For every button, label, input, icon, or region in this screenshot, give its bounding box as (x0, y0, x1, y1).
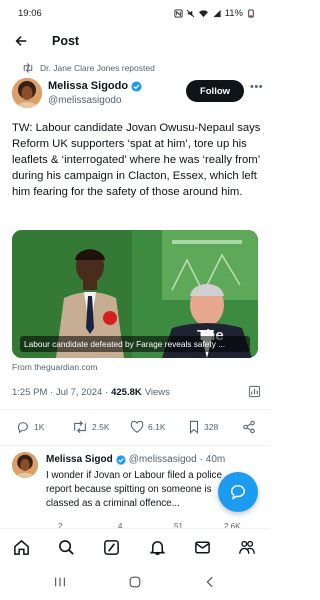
back-button[interactable] (12, 32, 30, 50)
source-link[interactable]: From theguardian.com (12, 362, 98, 372)
battery-percent: 11% (224, 7, 243, 19)
share-icon (243, 420, 255, 434)
repost-count: 2.5K (92, 422, 110, 432)
nav-search[interactable] (57, 538, 75, 556)
page-title: Post (52, 34, 80, 48)
nav-home[interactable] (12, 538, 30, 556)
bookmark-count: 328 (204, 422, 219, 432)
status-icons: 11% (174, 8, 256, 19)
reply-icon (17, 422, 28, 434)
tweet-timestamp: 1:25 PM · Jul 7, 2024 · (12, 386, 109, 398)
system-nav-bar (0, 564, 270, 600)
more-dots-icon[interactable]: ••• (250, 82, 264, 96)
author-handle[interactable]: @melissasigodo (48, 95, 122, 106)
battery-icon (248, 8, 254, 18)
bottom-nav (0, 528, 270, 564)
avatar-image (12, 78, 42, 108)
avatar-image (12, 452, 38, 478)
home-icon (13, 539, 29, 555)
reply-count: 1K (34, 422, 45, 432)
author-name-wrap[interactable]: Melissa Sigodo (48, 80, 142, 92)
arrow-left-icon (15, 36, 27, 46)
bookmark-button[interactable]: 328 (188, 420, 218, 434)
nav-notifications[interactable] (148, 538, 166, 556)
communities-icon (239, 540, 255, 554)
verified-badge-icon (131, 80, 142, 92)
recent-apps-icon (55, 577, 65, 587)
recent-apps-button[interactable] (52, 574, 68, 590)
reply-author-name[interactable]: Melissa Sigod (46, 454, 113, 465)
home-system-button[interactable] (127, 574, 143, 590)
reply-avatar[interactable] (12, 452, 38, 478)
tweet-meta: 1:25 PM · Jul 7, 2024 · 425.8K Views (12, 385, 262, 399)
repost-icon (74, 420, 86, 434)
share-button[interactable] (242, 420, 256, 434)
views-count: 425.8K (111, 386, 142, 398)
top-bar: Post (0, 26, 270, 56)
divider (0, 445, 270, 446)
like-button[interactable]: 6.1K (130, 420, 166, 434)
nfc-icon (174, 8, 183, 18)
bell-icon (149, 540, 165, 555)
heart-icon (130, 420, 144, 433)
grok-icon (103, 539, 119, 555)
tweet-actions: 1K 2.5K 6.1K 328 (12, 420, 262, 436)
like-count: 6.1K (148, 422, 166, 432)
status-time: 19:06 (18, 7, 42, 19)
repost-context[interactable]: Dr. Jane Clare Jones reposted (22, 63, 155, 73)
mute-icon (186, 9, 195, 17)
mail-icon (194, 541, 210, 553)
compose-icon (230, 484, 246, 500)
search-icon (58, 539, 74, 555)
divider (0, 409, 270, 410)
bookmark-icon (189, 420, 199, 434)
author-row: Melissa Sigodo @melissasigodo Follow ••• (12, 78, 264, 110)
repost-button[interactable]: 2.5K (72, 420, 110, 434)
signal-icon (213, 9, 221, 17)
author-name[interactable]: Melissa Sigodo (48, 80, 128, 92)
system-back-button[interactable] (202, 574, 218, 590)
analytics-icon[interactable] (248, 385, 261, 398)
compose-button[interactable] (218, 472, 258, 512)
chevron-left-icon (206, 576, 213, 588)
repost-text: Dr. Jane Clare Jones reposted (40, 63, 155, 73)
verified-badge-icon (116, 454, 126, 465)
author-avatar[interactable] (12, 78, 42, 108)
tweet-text: TW: Labour candidate Jovan Owusu-Nepaul … (12, 122, 261, 198)
status-bar: 19:06 11% (0, 0, 270, 26)
reply-author-handle[interactable]: @melissasigod (129, 454, 197, 465)
home-circle-icon (129, 576, 141, 588)
reply-button[interactable]: 1K (16, 420, 44, 434)
repost-icon (23, 63, 33, 73)
nav-communities[interactable] (238, 538, 256, 556)
views-label: Views (144, 386, 170, 398)
reply-time: · 40m (199, 454, 226, 465)
wifi-icon (198, 9, 208, 17)
reply-text: I wonder if Jovan or Labour filed a poli… (46, 470, 222, 509)
nav-grok[interactable] (102, 538, 120, 556)
media-caption: Labour candidate defeated by Farage reve… (20, 336, 250, 352)
follow-button[interactable]: Follow (186, 80, 244, 102)
reply-header: Melissa Sigod @melissasigod · 40m (46, 454, 225, 465)
link-card-image[interactable]: The Labour candidate defeated by Farage … (12, 230, 258, 358)
nav-messages[interactable] (193, 538, 211, 556)
